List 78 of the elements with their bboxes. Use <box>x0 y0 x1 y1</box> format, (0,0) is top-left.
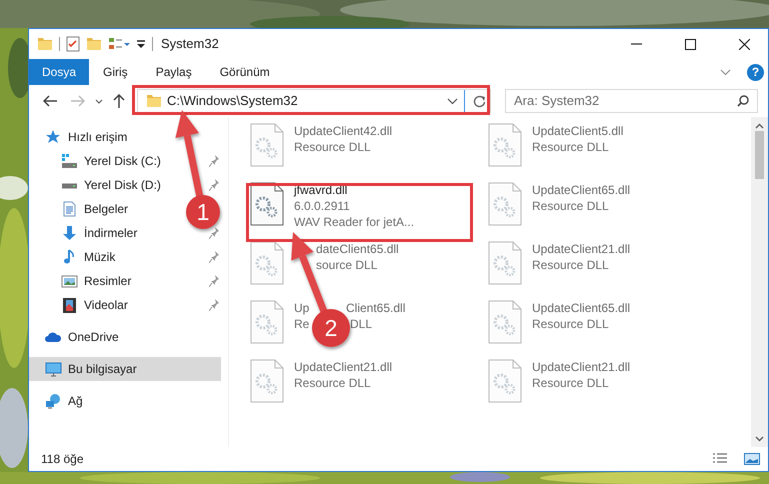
file-name: dateClient65.dll <box>316 241 399 257</box>
gear-file-icon <box>250 123 284 167</box>
gear-file-icon <box>488 241 522 285</box>
step-badge: 1 <box>186 195 220 229</box>
up-arrow-icon[interactable] <box>113 94 125 108</box>
list-icon[interactable] <box>108 37 130 51</box>
nav-item[interactable]: Yerel Disk (D:) <box>29 173 221 197</box>
item-count: 118 öğe <box>41 451 84 468</box>
nav-item[interactable]: OneDrive <box>29 325 221 349</box>
refresh-icon[interactable] <box>473 94 486 108</box>
file-detail: Resource DLL <box>532 198 609 214</box>
recent-locations-button[interactable] <box>95 98 103 104</box>
film-icon <box>61 297 78 313</box>
file-detail: DLL <box>350 316 372 332</box>
ribbon-tab[interactable]: Paylaş <box>142 59 206 85</box>
nav-item[interactable]: Resimler <box>29 269 221 293</box>
nav-item[interactable]: Bu bilgisayar <box>29 357 221 381</box>
nav-item[interactable]: Yerel Disk (C:) <box>29 149 221 173</box>
folder-icon <box>146 93 162 109</box>
gear-file-icon <box>488 359 522 403</box>
star-icon <box>45 129 62 145</box>
nav-item[interactable]: Ağ <box>29 389 221 413</box>
maximize-icon[interactable] <box>684 38 696 50</box>
ribbon-tab[interactable]: Görünüm <box>206 59 284 85</box>
file-name: jfwavrd.dll <box>294 182 348 198</box>
gear-file-icon <box>488 300 522 344</box>
gear-file-icon <box>488 123 522 167</box>
gear-file-icon <box>250 241 284 285</box>
file-detail: Resource DLL <box>294 139 371 155</box>
file-detail: Re <box>294 316 310 332</box>
file-detail: Resource DLL <box>532 257 609 273</box>
scroll-down-icon[interactable] <box>755 436 764 442</box>
file-name: UpdateClient42.dll <box>294 123 392 139</box>
file-name: UpdateClient65.dll <box>532 300 630 316</box>
search-field[interactable]: Ara: System32 <box>505 89 758 113</box>
help-button[interactable]: ? <box>747 64 764 80</box>
gear-file-icon <box>250 300 284 344</box>
file-detail: Resource DLL <box>532 375 609 391</box>
file-detail: WAV Reader for jetA... <box>294 214 414 230</box>
nav-item[interactable]: Müzik <box>29 245 221 269</box>
file-name: UpdateClient21.dll <box>532 359 630 375</box>
ribbon-tab[interactable]: Dosya <box>29 59 90 85</box>
file-name: UpdateClient21.dll <box>294 359 392 375</box>
dropdown-icon[interactable] <box>136 39 146 49</box>
file-name: UpdateClient65.dll <box>532 182 630 198</box>
gear-file-icon <box>250 359 284 403</box>
file-detail: Resource DLL <box>532 316 609 332</box>
scrollbar-thumb[interactable] <box>755 131 764 179</box>
file-detail: Resource DLL <box>532 139 609 155</box>
nav-item[interactable]: Videolar <box>29 293 221 317</box>
monitor-icon <box>45 361 62 377</box>
document-icon <box>61 201 78 217</box>
checklist-icon[interactable] <box>66 36 80 52</box>
gear-file-icon <box>250 182 284 226</box>
window-title: System32 <box>161 35 219 54</box>
large-icons-view-icon[interactable] <box>744 452 760 466</box>
close-icon[interactable] <box>738 38 750 50</box>
network-icon <box>45 393 62 409</box>
ribbon-tab[interactable]: Giriş <box>89 59 142 85</box>
file-name: UpdateClient21.dll <box>532 241 630 257</box>
file-detail: 6.0.0.2911 <box>294 198 350 214</box>
file-name: Up <box>294 300 310 316</box>
address-bar[interactable]: C:\Windows\System32 <box>137 89 491 113</box>
file-name: UpdateClient5.dll <box>532 123 624 139</box>
picture-icon <box>61 273 78 289</box>
minimize-icon[interactable] <box>630 43 642 45</box>
drive-icon <box>61 183 78 189</box>
scrollbar[interactable] <box>751 117 768 447</box>
file-detail: Resource DLL <box>294 375 371 391</box>
scroll-up-icon[interactable] <box>755 123 764 129</box>
gear-file-icon <box>488 182 522 226</box>
back-arrow-icon[interactable] <box>43 95 57 107</box>
drive-icon <box>61 153 78 169</box>
nav-item[interactable]: Hızlı erişim <box>29 125 221 149</box>
chevron-down-icon[interactable] <box>447 98 458 104</box>
download-arrow-icon <box>61 225 78 241</box>
search-icon <box>737 95 749 107</box>
file-detail: source DLL <box>316 257 378 273</box>
